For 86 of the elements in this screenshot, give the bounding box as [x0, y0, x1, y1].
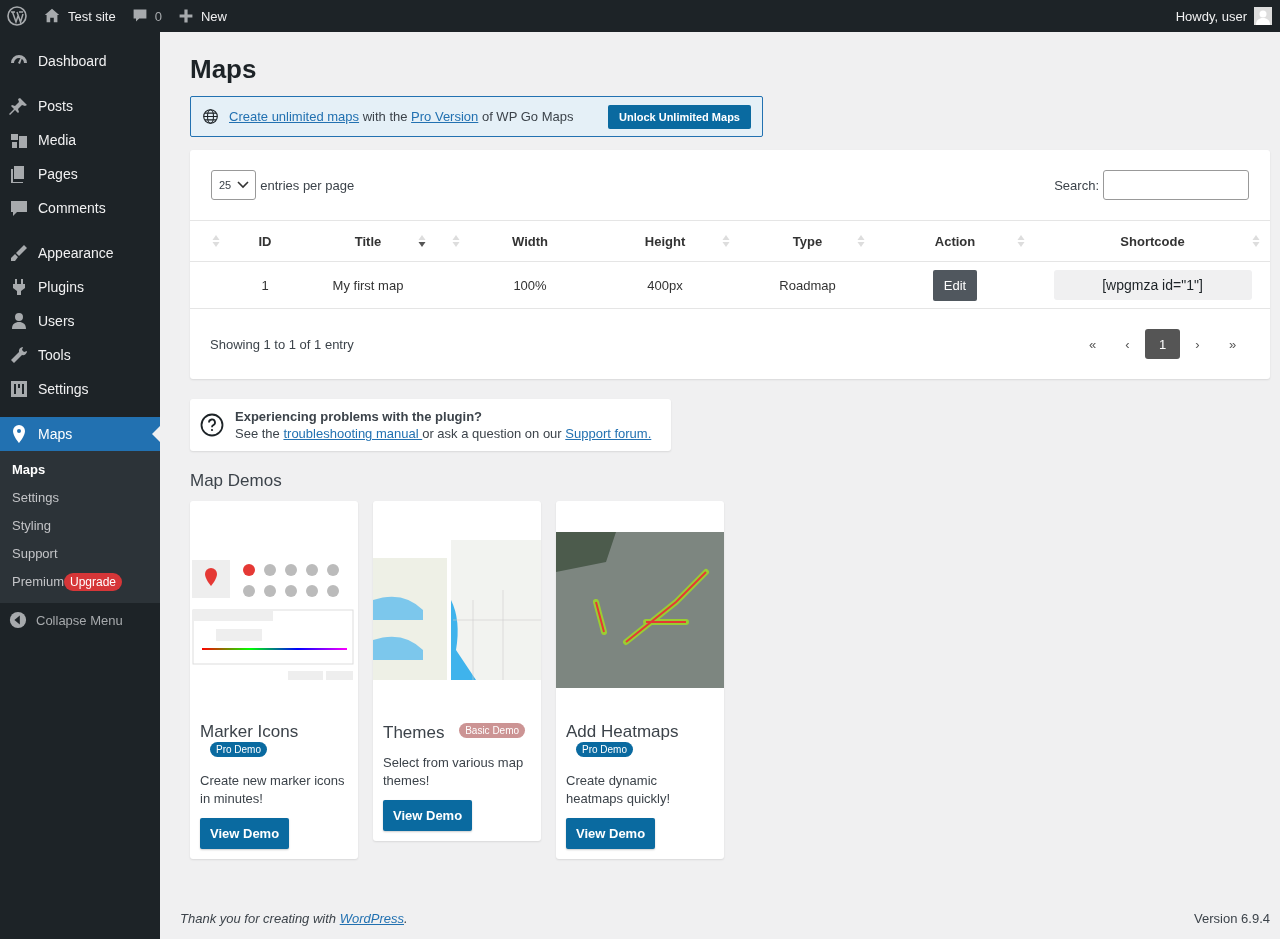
search-field[interactable] [1103, 170, 1249, 200]
menu-icon [9, 198, 29, 218]
column-header[interactable]: Shortcode [1035, 221, 1270, 261]
menu-icon [9, 379, 29, 399]
help-link[interactable]: troubleshooting manual [283, 426, 423, 441]
view-demo-button[interactable]: View Demo [383, 799, 473, 831]
notice-text: Create unlimited maps with the Pro Version of WP Go Maps [229, 109, 575, 124]
demo-title: Marker Icons [200, 722, 299, 741]
demo-description: Select from various map themes! [383, 753, 525, 790]
help-link[interactable]: Support forum. [565, 426, 652, 441]
demo-badge: Pro Demo [576, 741, 633, 757]
page-button[interactable]: » [1215, 329, 1250, 359]
question-icon [200, 413, 224, 437]
sidebar-item[interactable]: Users [0, 304, 160, 338]
menu-icon [9, 345, 29, 365]
plus-icon [177, 8, 194, 24]
page-button[interactable]: ‹ [1110, 329, 1145, 359]
site-link[interactable]: Test site [43, 7, 116, 25]
column-header: ID [257, 232, 273, 251]
column-header[interactable]: Height [590, 221, 740, 261]
comment-icon [131, 8, 148, 24]
footer-text: Thank you for creating with WordPress. [180, 911, 408, 926]
sidebar-item[interactable]: Dashboard [0, 44, 160, 78]
sidebar-item[interactable]: Tools [0, 338, 160, 372]
table-cell: 1 [261, 277, 269, 293]
menu-icon [9, 96, 29, 116]
comments-link[interactable]: 0 [131, 8, 162, 24]
table-cell: My first map [332, 277, 404, 293]
notice-link[interactable]: Create unlimited maps [229, 109, 360, 124]
unlock-button[interactable]: Unlock Unlimited Maps [607, 104, 751, 129]
demo-description: Create dynamic heatmaps quickly! [566, 772, 672, 809]
submenu-item[interactable]: Maps [0, 456, 160, 484]
notice-link[interactable]: Pro Version [411, 109, 479, 124]
search-label: Search: [1054, 177, 1099, 193]
page-title: Maps [190, 54, 258, 85]
collapse-icon [9, 611, 27, 629]
column-header: Width [511, 232, 549, 251]
sidebar-item[interactable]: Plugins [0, 270, 160, 304]
table-info: Showing 1 to 1 of 1 entry [210, 336, 354, 352]
sidebar-item[interactable]: Appearance [0, 236, 160, 270]
demo-description: Create new marker icons in minutes! [200, 772, 346, 809]
sidebar-item[interactable]: Media [0, 123, 160, 157]
table-cell: 400px [647, 277, 683, 293]
wordpress-link[interactable]: WordPress [339, 911, 404, 926]
demo-badge: Basic Demo [459, 723, 526, 738]
menu-icon [9, 243, 29, 263]
chevron-down-icon [237, 181, 250, 189]
shortcode-field[interactable]: [wpgmza id="1"] [1053, 270, 1252, 300]
page-button[interactable]: « [1075, 329, 1110, 359]
demo-title: Add Heatmaps [566, 722, 679, 741]
submenu-item[interactable]: Support [0, 540, 160, 568]
version-text: Version 6.9.4 [1194, 911, 1270, 926]
table-cell: Roadmap [779, 277, 836, 293]
sidebar-item[interactable]: Settings [0, 372, 160, 406]
wordpress-logo-icon[interactable] [7, 6, 27, 26]
home-icon [43, 7, 61, 25]
submenu-item[interactable]: Settings [0, 484, 160, 512]
column-header[interactable]: Type [740, 221, 875, 261]
sidebar-item[interactable]: Pages [0, 157, 160, 191]
column-header[interactable]: Action [875, 221, 1035, 261]
section-heading: Map Demos [190, 471, 283, 491]
sidebar-item[interactable]: Comments [0, 191, 160, 225]
demo-badge: Pro Demo [210, 741, 267, 757]
menu-icon [9, 311, 29, 331]
page-size-select[interactable]: 25 [211, 170, 257, 200]
new-link[interactable]: New [177, 8, 227, 24]
page-button[interactable]: 1 [1145, 329, 1180, 359]
globe-icon [202, 108, 219, 125]
sidebar-item[interactable]: Posts [0, 89, 160, 123]
table-cell: 100% [513, 277, 547, 293]
help-heading: Experiencing problems with the plugin? [235, 409, 484, 424]
column-header[interactable]: Title [300, 221, 436, 261]
page-size-label: entries per page [260, 177, 355, 193]
account-link[interactable]: Howdy, user [1175, 7, 1272, 25]
sidebar-item[interactable]: Maps [0, 417, 160, 451]
edit-button[interactable]: Edit [932, 269, 978, 301]
submenu-item[interactable]: Premium Upgrade [0, 568, 160, 596]
view-demo-button[interactable]: View Demo [566, 818, 656, 850]
upgrade-badge: Upgrade [64, 573, 123, 591]
demo-title: Themes [383, 723, 445, 742]
collapse-menu-button[interactable]: Collapse Menu [0, 603, 160, 637]
page-button[interactable]: › [1180, 329, 1215, 359]
submenu-item[interactable]: Styling [0, 512, 160, 540]
avatar-icon [1254, 7, 1272, 25]
view-demo-button[interactable]: View Demo [200, 818, 290, 850]
help-text: See the troubleshooting manual or ask a question on our Support forum. [235, 426, 652, 441]
